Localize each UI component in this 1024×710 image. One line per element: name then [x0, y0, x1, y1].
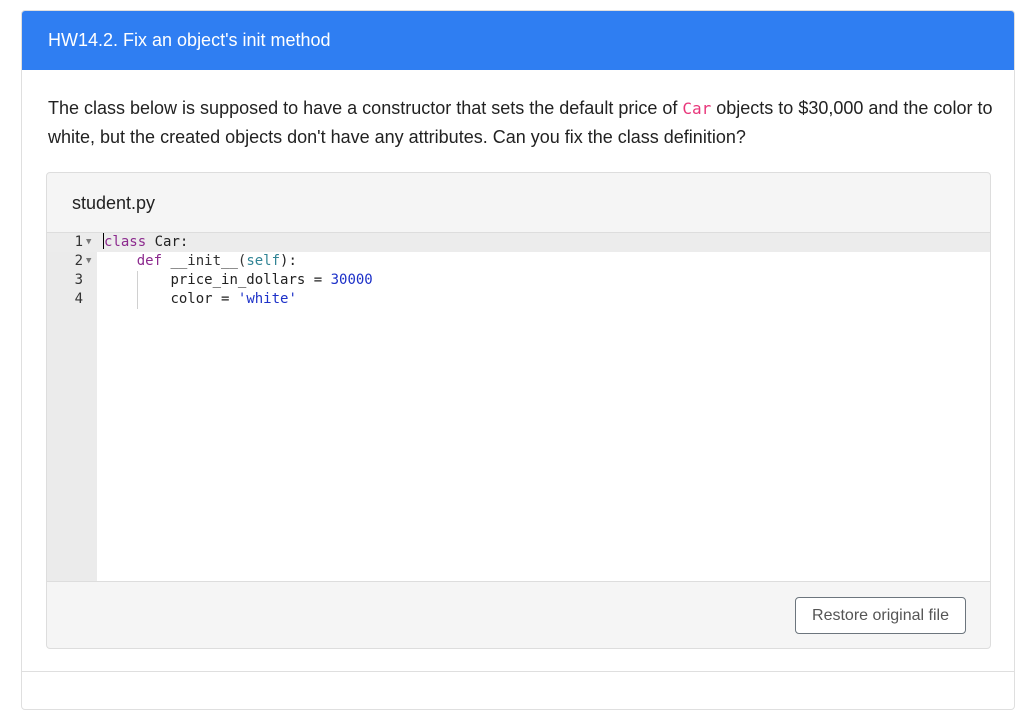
indent-token — [103, 253, 137, 269]
code-token: ): — [280, 253, 297, 269]
prompt-text-start: The class below is supposed to have a co… — [48, 98, 683, 118]
code-line[interactable]: 1 ▼ class Car: — [47, 233, 990, 252]
code-token: color — [170, 291, 213, 307]
fold-arrow-icon[interactable]: ▼ — [86, 252, 91, 271]
keyword-token: def — [136, 253, 163, 269]
code-line[interactable]: 4 color = 'white' — [47, 290, 990, 309]
code-token: Car: — [146, 234, 189, 250]
question-prompt: The class below is supposed to have a co… — [48, 94, 998, 152]
next-card-edge — [21, 671, 1015, 692]
indent-token — [103, 272, 170, 288]
keyword-token: class — [104, 234, 147, 250]
restore-original-file-button[interactable]: Restore original file — [795, 597, 966, 634]
indent-token — [103, 291, 170, 307]
line-number: 2 — [74, 253, 83, 269]
question-title: HW14.2. Fix an object's init method — [22, 11, 1014, 70]
prompt-inline-code: Car — [682, 99, 712, 118]
code-text[interactable]: color = 'white' — [103, 290, 297, 309]
code-text[interactable]: price_in_dollars = 30000 — [103, 271, 373, 290]
code-token: __init__( — [162, 253, 247, 269]
code-text[interactable]: class Car: — [103, 233, 188, 252]
file-panel: student.py 1 ▼ class Car: 2 ▼ def __init… — [46, 172, 991, 649]
code-line[interactable]: 2 ▼ def __init__(self): — [47, 252, 990, 271]
code-editor[interactable]: 1 ▼ class Car: 2 ▼ def __init__(self): 3… — [47, 232, 990, 582]
code-line[interactable]: 3 price_in_dollars = 30000 — [47, 271, 990, 290]
number-token: 30000 — [330, 272, 373, 288]
line-number: 1 — [74, 234, 83, 250]
code-text[interactable]: def __init__(self): — [103, 252, 297, 271]
string-token: 'white' — [237, 291, 297, 307]
line-number: 3 — [74, 272, 83, 288]
code-token: price_in_dollars — [170, 272, 306, 288]
operator-token: = — [305, 272, 331, 288]
line-number: 4 — [74, 291, 83, 307]
question-card: HW14.2. Fix an object's init method The … — [21, 10, 1015, 710]
fold-arrow-icon[interactable]: ▼ — [86, 233, 91, 252]
param-token: self — [246, 253, 281, 269]
file-name: student.py — [72, 193, 156, 213]
operator-token: = — [212, 291, 238, 307]
